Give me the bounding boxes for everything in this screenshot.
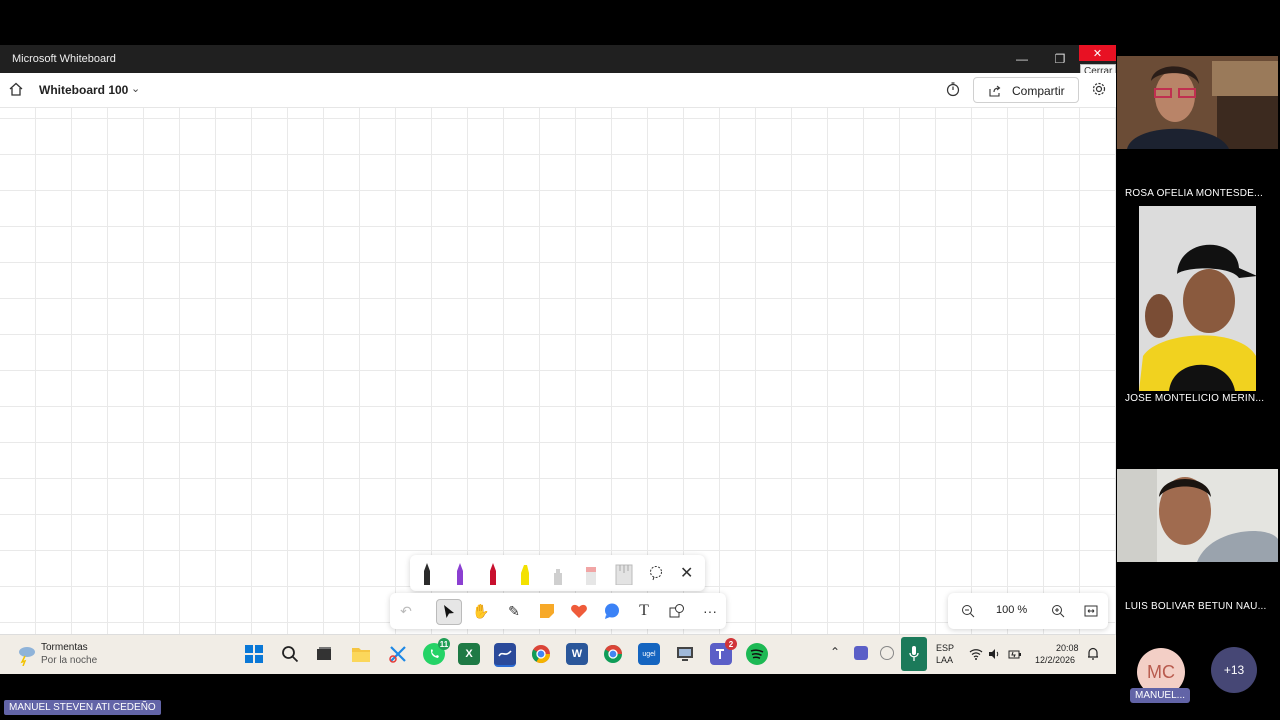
whiteboard-taskbar-icon[interactable] [494, 643, 516, 667]
participant-video-1[interactable] [1117, 56, 1278, 149]
title-bar: Microsoft Whiteboard — ❐ ✕ Cerrar [0, 45, 1116, 79]
sticky-note-icon[interactable] [535, 599, 559, 623]
chrome-icon[interactable] [530, 643, 552, 665]
comment-icon[interactable] [600, 599, 624, 623]
pen-tray: ✕ [410, 555, 705, 591]
clock-date[interactable]: 12/2/2026 [1035, 655, 1075, 665]
ruler-icon[interactable] [614, 561, 634, 585]
chevron-up-icon[interactable]: ⌃ [830, 645, 840, 659]
more-participants-button[interactable]: +13 [1211, 647, 1257, 693]
app-bar: Whiteboard 100 ⌄ Compartir [0, 73, 1116, 108]
task-view-icon[interactable] [313, 643, 335, 665]
home-icon[interactable] [8, 81, 24, 97]
share-label: Compartir [1012, 84, 1065, 98]
board-name[interactable]: Whiteboard 100 [39, 83, 128, 97]
close-button[interactable]: ✕ [1079, 45, 1116, 61]
restore-button[interactable]: ❐ [1041, 45, 1079, 73]
weather-title: Tormentas [41, 642, 88, 653]
security-tray-icon[interactable] [880, 646, 894, 660]
teams-icon[interactable]: 2 [710, 638, 737, 665]
participant-name: LUIS BOLIVAR BETUN NAU... [1125, 601, 1267, 612]
close-tray-icon[interactable]: ✕ [680, 563, 693, 583]
clock-time[interactable]: 20:08 [1056, 643, 1079, 653]
participant-video-3[interactable] [1117, 469, 1278, 562]
whatsapp-badge: 11 [438, 638, 450, 650]
whiteboard-window: Microsoft Whiteboard — ❐ ✕ Cerrar Whiteb… [0, 45, 1116, 674]
highlighter-icon[interactable] [518, 561, 532, 585]
zoom-control: 100 % [948, 593, 1108, 629]
self-name-label: MANUEL... [1130, 688, 1190, 703]
pen-icon[interactable]: ✎ [502, 599, 526, 623]
gear-icon[interactable] [1091, 81, 1107, 97]
black-pen-icon[interactable] [420, 561, 434, 585]
spotify-icon[interactable] [746, 643, 768, 665]
zoom-in-icon[interactable] [1051, 604, 1065, 618]
teams-tray-icon[interactable] [854, 646, 868, 660]
presenter-label: MANUEL STEVEN ATI CEDEÑO [4, 700, 161, 715]
share-button[interactable]: Compartir [973, 77, 1079, 103]
ugel-app-icon[interactable]: ugel [638, 643, 660, 665]
reaction-icon[interactable] [567, 599, 591, 623]
main-toolbar: ↶ ✋ ✎ T ··· [390, 593, 726, 629]
remote-desktop-icon[interactable] [674, 643, 696, 665]
excel-icon[interactable]: X [458, 643, 480, 665]
taskbar: Tormentas Por la noche 11 X W ugel 2 ⌃ E… [0, 634, 1116, 674]
microphone-icon[interactable] [901, 637, 927, 671]
volume-icon[interactable] [988, 648, 1000, 660]
participant-video-2[interactable] [1139, 206, 1256, 391]
notification-bell-icon[interactable] [1087, 647, 1099, 661]
shapes-icon[interactable] [665, 599, 689, 623]
pink-eraser-icon[interactable] [584, 561, 598, 585]
window-title: Microsoft Whiteboard [12, 53, 116, 65]
minimize-button[interactable]: — [1003, 45, 1041, 73]
language-code[interactable]: ESP [936, 643, 954, 653]
word-icon[interactable]: W [566, 643, 588, 665]
fit-screen-icon[interactable] [1084, 604, 1098, 618]
purple-pen-icon[interactable] [453, 561, 467, 585]
more-icon[interactable]: ··· [698, 599, 722, 623]
participant-name: ROSA OFELIA MONTESDE... [1125, 188, 1263, 199]
undo-icon[interactable]: ↶ [394, 599, 418, 623]
windows-start-icon[interactable] [243, 643, 265, 665]
zoom-level: 100 % [996, 604, 1028, 616]
select-icon[interactable] [436, 599, 462, 625]
chevron-down-icon[interactable]: ⌄ [131, 82, 140, 95]
weather-subtitle: Por la noche [41, 655, 98, 666]
file-explorer-icon[interactable] [350, 643, 372, 665]
battery-icon[interactable] [1008, 648, 1022, 660]
whatsapp-icon[interactable]: 11 [423, 638, 450, 665]
search-icon[interactable] [279, 643, 301, 665]
wifi-icon[interactable] [969, 648, 983, 660]
red-pen-icon[interactable] [486, 561, 500, 585]
keyboard-layout[interactable]: LAA [936, 655, 953, 665]
chrome-profile-icon[interactable] [602, 643, 624, 665]
teams-badge: 2 [725, 638, 737, 650]
participant-name: JOSE MONTELICIO MERIN... [1125, 393, 1265, 404]
eraser-icon[interactable] [551, 561, 565, 585]
share-icon [989, 85, 1001, 97]
timer-icon[interactable] [945, 81, 961, 97]
storm-weather-icon[interactable] [15, 644, 37, 666]
lasso-icon[interactable] [648, 565, 664, 581]
hand-icon[interactable]: ✋ [469, 599, 493, 623]
snipping-tool-icon[interactable] [387, 643, 409, 665]
zoom-out-icon[interactable] [961, 604, 975, 618]
text-icon[interactable]: T [632, 599, 656, 623]
